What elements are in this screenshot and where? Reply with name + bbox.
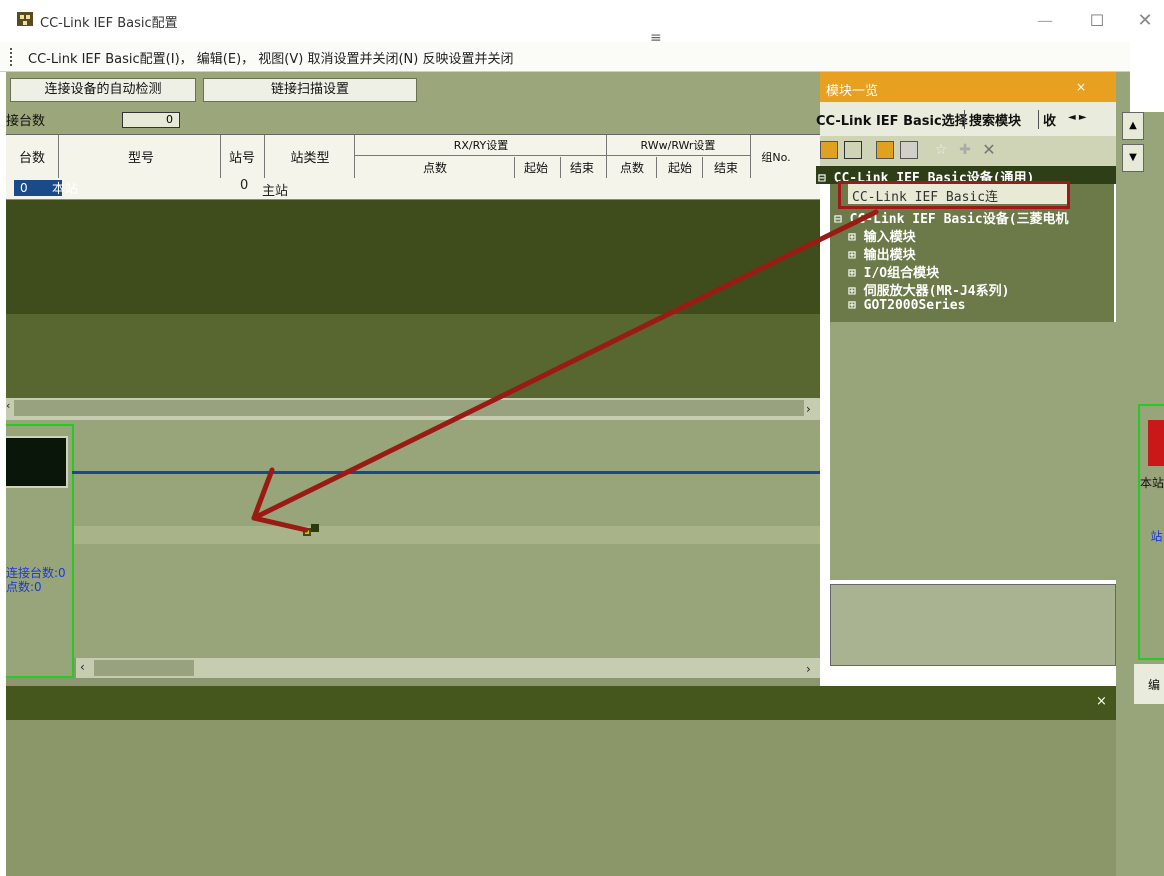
col-rxry-points[interactable]: 点数 (356, 159, 514, 176)
linkscan-settings-button[interactable]: 链接扫描设置 (203, 78, 417, 102)
tab-search-module[interactable]: 搜索模块 (964, 110, 1021, 129)
maximize-button[interactable]: ☐ (1082, 6, 1112, 36)
col-rww-points[interactable]: 点数 (610, 159, 654, 176)
scroll-down-icon[interactable]: ▼ (1122, 144, 1144, 172)
delete-icon[interactable]: ✕ (980, 141, 998, 159)
col-model[interactable]: 型号 (66, 147, 216, 166)
collapse-all-icon[interactable] (900, 141, 918, 159)
module-toolbar: ☆ ✚ ✕ (820, 136, 1116, 166)
col-rww-end[interactable]: 结束 (704, 159, 748, 176)
diagram-hscroll-thumb[interactable] (94, 660, 194, 676)
menu-items[interactable]: CC-Link IEF Basic配置(I)， 编辑(E)， 视图(V) 取消设… (28, 48, 513, 67)
tree-item-output[interactable]: ⊞ 输出模块 (848, 244, 916, 263)
app-icon (16, 10, 34, 28)
connected-count-label: 接台数 (6, 114, 46, 129)
right-station-label: 本站 (1140, 476, 1164, 490)
col-count[interactable]: 台数 (14, 147, 50, 166)
window-title: CC-Link IEF Basic配置 (40, 16, 178, 31)
col-divider (656, 157, 657, 179)
output-panel-close-button[interactable]: × (1096, 694, 1107, 709)
tab-favorites[interactable]: 收 (1038, 110, 1056, 129)
tree-item-got2000[interactable]: ⊞ GOT2000Series (848, 298, 965, 313)
drop-target-marker (303, 524, 319, 540)
diagram-band (6, 526, 820, 544)
col-rww-start[interactable]: 起始 (658, 159, 702, 176)
tree-group-mitsubishi[interactable]: ⊟ CC-Link IEF Basic设备(三菱电机 (834, 208, 1069, 227)
col-divider (750, 135, 751, 179)
autodetect-button[interactable]: 连接设备的自动检测 (10, 78, 196, 102)
col-divider (514, 157, 515, 179)
close-button[interactable]: ✕ (1130, 6, 1160, 36)
row-station-type: 本站 (52, 182, 79, 197)
right-lower-tab-label[interactable]: 编 (1148, 676, 1160, 693)
tab-scroll-arrows-icon[interactable]: ◄ ► (1068, 112, 1087, 123)
header-divider (354, 155, 750, 156)
tree-item-input[interactable]: ⊞ 输入模块 (848, 226, 916, 245)
table-hscroll-thumb[interactable] (14, 400, 804, 416)
scroll-right-icon[interactable]: › (806, 402, 811, 416)
right-station-icon (1148, 420, 1164, 466)
right-panel-top (1130, 42, 1164, 112)
module-list-empty-area (830, 322, 1116, 580)
col-divider (702, 157, 703, 179)
module-list-title: 模块一览 (826, 84, 879, 99)
tree-item-servo[interactable]: ⊞ 伺服放大器(MR-J4系列) (848, 280, 1009, 299)
col-station-no[interactable]: 站号 (224, 147, 260, 166)
favorite-star-icon[interactable]: ☆ (932, 141, 950, 159)
table-header: 台数 型号 站号 站类型 RX/RY设置 点数 起始 结束 RWw/RWr设置 … (6, 134, 820, 179)
tab-iefbasic-select[interactable]: CC-Link IEF Basic选择 (816, 110, 968, 129)
scroll-right-icon[interactable]: › (806, 662, 811, 676)
col-station-type[interactable]: 站类型 (268, 147, 352, 166)
station-points: 点数:0 (6, 580, 42, 594)
module-list-close-button[interactable]: × (1076, 80, 1086, 94)
table-row[interactable] (6, 178, 820, 200)
output-panel (6, 720, 1134, 876)
sort-order-icon[interactable] (844, 141, 862, 159)
menu-grip-icon (10, 48, 12, 66)
col-divider (560, 157, 561, 179)
col-rxry[interactable]: RX/RY设置 (356, 137, 606, 153)
connected-count-value: 0 (122, 112, 180, 128)
col-group[interactable]: 组No. (754, 149, 798, 165)
master-station-icon (6, 436, 68, 488)
scroll-left-icon[interactable]: ‹ (6, 399, 10, 412)
col-divider (606, 135, 607, 179)
tree-highlight-box (838, 181, 1070, 209)
sort-category-icon[interactable] (820, 141, 838, 159)
menu-hamburger-icon[interactable]: ≡ (650, 30, 662, 46)
col-divider (354, 135, 355, 179)
row-station-no: 0 (240, 178, 249, 193)
minimize-button[interactable]: — (1030, 6, 1060, 36)
col-divider (220, 135, 221, 179)
col-rxry-end[interactable]: 结束 (562, 159, 602, 176)
output-panel-header (6, 686, 1134, 720)
col-divider (58, 135, 59, 179)
module-description-panel (830, 584, 1116, 666)
scroll-left-icon[interactable]: ‹ (80, 660, 85, 674)
network-bus-line (72, 471, 820, 474)
col-rwwrwr[interactable]: RWw/RWr设置 (606, 137, 750, 153)
tree-item-io-combo[interactable]: ⊞ I/O组合模块 (848, 262, 939, 281)
col-rxry-start[interactable]: 起始 (516, 159, 556, 176)
table-body-lower (6, 314, 820, 398)
row-station-kind: 主站 (262, 184, 289, 199)
scroll-up-icon[interactable]: ▲ (1122, 112, 1144, 140)
add-favorite-icon[interactable]: ✚ (956, 141, 974, 159)
expand-all-icon[interactable] (876, 141, 894, 159)
right-station-vlabel: 站 (1149, 530, 1163, 542)
col-divider (264, 135, 265, 179)
